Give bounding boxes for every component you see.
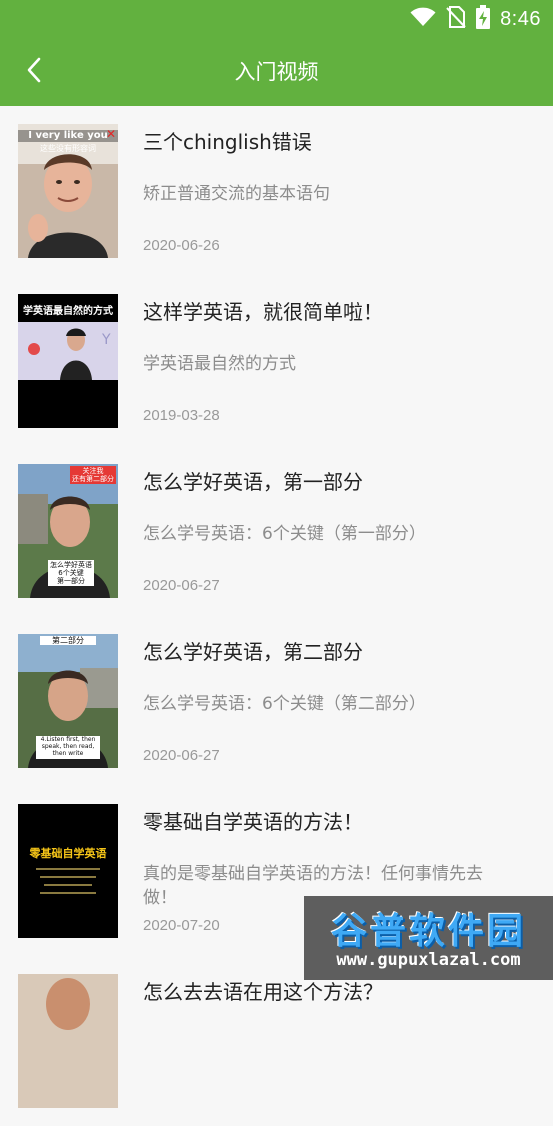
video-description: 学英语最自然的方式 <box>143 354 296 374</box>
wrong-mark-icon: ✕ <box>105 127 116 141</box>
video-description: 矫正普通交流的基本语句 <box>143 184 330 204</box>
video-date: 2020-07-20 <box>143 917 220 934</box>
watermark-overlay: 谷普软件园 www.gupuxlazal.com <box>304 896 553 980</box>
video-thumbnail: I very like you 这些没有形容词 ✕ <box>18 124 118 258</box>
thumbnail-caption: I very like you <box>18 130 118 142</box>
thumbnail-caption-line: 6个关键 <box>58 569 84 578</box>
list-item[interactable]: Y 学英语最自然的方式 这样学英语，就很简单啦！ 学英语最自然的方式 2019-… <box>0 276 553 446</box>
wifi-icon <box>410 7 436 31</box>
video-title: 怎么学好英语，第二部分 <box>143 640 363 664</box>
svg-text:Y: Y <box>101 332 111 348</box>
thumbnail-caption-line: then write <box>52 749 84 757</box>
thumbnail-caption: 4.Listen first, then speak, then read, t… <box>36 736 100 759</box>
thumbnail-caption: 第二部分 <box>40 636 96 646</box>
no-sim-icon <box>446 6 466 32</box>
video-title: 这样学英语，就很简单啦！ <box>143 300 383 324</box>
thumbnail-caption: 怎么学好英语 6个关键 第一部分 <box>48 560 94 587</box>
video-thumbnail: 第二部分 4.Listen first, then speak, then re… <box>18 634 118 768</box>
page-title: 入门视频 <box>234 60 319 84</box>
thumbnail-caption-line: 怎么学好英语 <box>50 561 92 569</box>
video-thumbnail: Y 学英语最自然的方式 <box>18 294 118 428</box>
video-title: 三个chinglish错误 <box>143 130 312 154</box>
thumbnail-caption-line: 第一部分 <box>57 577 85 586</box>
video-title: 怎么学好英语，第一部分 <box>143 470 363 494</box>
battery-charging-icon <box>476 5 491 33</box>
status-time: 8:46 <box>500 7 541 30</box>
status-bar: 8:46 <box>0 0 553 38</box>
thumbnail-caption-line: 还有第二部分 <box>72 475 114 484</box>
status-icons: 8:46 <box>410 5 541 33</box>
thumbnail-caption: 关注我 还有第二部分 <box>70 466 116 485</box>
list-item[interactable]: 怎么去去语在用这个方法？ <box>0 956 553 1126</box>
video-date: 2019-03-28 <box>143 407 220 424</box>
watermark-title: 谷普软件园 <box>330 911 526 952</box>
list-item[interactable]: 第二部分 4.Listen first, then speak, then re… <box>0 616 553 786</box>
thumbnail-caption-line: 关注我 <box>82 467 104 475</box>
video-title: 怎么去去语在用这个方法？ <box>143 980 383 1004</box>
video-thumbnail: 零基础自学英语 <box>18 804 118 938</box>
list-item[interactable]: 关注我 还有第二部分 怎么学好英语 6个关键 第一部分 怎么学好英语，第一部分 … <box>0 446 553 616</box>
video-description: 怎么学号英语：6个关键（第二部分） <box>143 694 426 714</box>
thumbnail-caption: 学英语最自然的方式 <box>23 306 113 317</box>
list-item[interactable]: I very like you 这些没有形容词 ✕ 三个chinglish错误 … <box>0 106 553 276</box>
video-date: 2020-06-27 <box>143 747 220 764</box>
video-thumbnail <box>18 974 118 1108</box>
app-bar: 入门视频 <box>0 38 553 106</box>
video-title: 零基础自学英语的方法！ <box>143 810 363 834</box>
watermark-url: www.gupuxlazal.com <box>336 950 521 970</box>
video-date: 2020-06-27 <box>143 577 220 594</box>
video-date: 2020-06-26 <box>143 237 220 254</box>
video-thumbnail: 关注我 还有第二部分 怎么学好英语 6个关键 第一部分 <box>18 464 118 598</box>
thumbnail-caption: 这些没有形容词 <box>40 144 96 153</box>
video-description: 怎么学号英语：6个关键（第一部分） <box>143 524 426 544</box>
